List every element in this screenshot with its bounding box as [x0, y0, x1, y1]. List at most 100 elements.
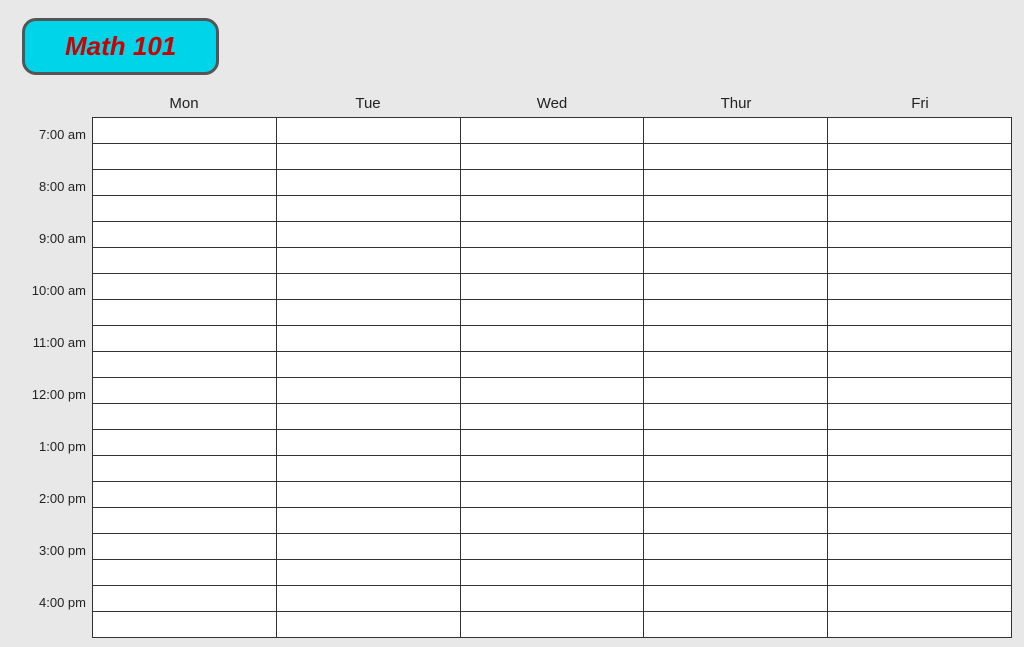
cell-fri-830[interactable]: [828, 196, 1012, 222]
cell-fri-800[interactable]: [828, 170, 1012, 196]
cell-fri-330[interactable]: [828, 560, 1012, 586]
cell-mon-430[interactable]: [93, 612, 277, 638]
table-row[interactable]: [93, 534, 1012, 560]
cell-tue-1230[interactable]: [277, 404, 461, 430]
table-row[interactable]: [93, 456, 1012, 482]
cell-mon-1100[interactable]: [93, 326, 277, 352]
cell-tue-330[interactable]: [277, 560, 461, 586]
cell-mon-700[interactable]: [93, 118, 277, 144]
cell-tue-400[interactable]: [277, 586, 461, 612]
cell-mon-930[interactable]: [93, 248, 277, 274]
table-row[interactable]: [93, 482, 1012, 508]
cell-thur-100[interactable]: [644, 430, 828, 456]
cell-tue-430[interactable]: [277, 612, 461, 638]
cell-mon-1130[interactable]: [93, 352, 277, 378]
cell-fri-900[interactable]: [828, 222, 1012, 248]
cell-wed-1130[interactable]: [461, 352, 645, 378]
table-row[interactable]: [93, 196, 1012, 222]
cell-thur-130[interactable]: [644, 456, 828, 482]
table-row[interactable]: [93, 222, 1012, 248]
table-row[interactable]: [93, 378, 1012, 404]
cell-thur-230[interactable]: [644, 508, 828, 534]
cell-fri-430[interactable]: [828, 612, 1012, 638]
cell-wed-1000[interactable]: [461, 274, 645, 300]
cell-mon-800[interactable]: [93, 170, 277, 196]
cell-thur-1230[interactable]: [644, 404, 828, 430]
cell-wed-730[interactable]: [461, 144, 645, 170]
table-row[interactable]: [93, 248, 1012, 274]
cell-wed-230[interactable]: [461, 508, 645, 534]
cell-thur-930[interactable]: [644, 248, 828, 274]
cell-wed-130[interactable]: [461, 456, 645, 482]
table-row[interactable]: [93, 508, 1012, 534]
cell-mon-200[interactable]: [93, 482, 277, 508]
cell-thur-1130[interactable]: [644, 352, 828, 378]
cell-tue-830[interactable]: [277, 196, 461, 222]
cell-thur-830[interactable]: [644, 196, 828, 222]
cell-wed-1200[interactable]: [461, 378, 645, 404]
cell-fri-1000[interactable]: [828, 274, 1012, 300]
cell-fri-400[interactable]: [828, 586, 1012, 612]
table-row[interactable]: [93, 560, 1012, 586]
cell-tue-1200[interactable]: [277, 378, 461, 404]
table-row[interactable]: [93, 326, 1012, 352]
cell-thur-1100[interactable]: [644, 326, 828, 352]
cell-tue-1100[interactable]: [277, 326, 461, 352]
cell-tue-930[interactable]: [277, 248, 461, 274]
cell-tue-1030[interactable]: [277, 300, 461, 326]
cell-wed-700[interactable]: [461, 118, 645, 144]
cell-tue-900[interactable]: [277, 222, 461, 248]
cell-wed-300[interactable]: [461, 534, 645, 560]
table-row[interactable]: [93, 300, 1012, 326]
cell-wed-930[interactable]: [461, 248, 645, 274]
cell-wed-1030[interactable]: [461, 300, 645, 326]
cell-fri-130[interactable]: [828, 456, 1012, 482]
cell-mon-1200[interactable]: [93, 378, 277, 404]
cell-wed-1230[interactable]: [461, 404, 645, 430]
cell-thur-730[interactable]: [644, 144, 828, 170]
cell-fri-730[interactable]: [828, 144, 1012, 170]
table-row[interactable]: [93, 144, 1012, 170]
table-row[interactable]: [93, 352, 1012, 378]
cell-fri-700[interactable]: [828, 118, 1012, 144]
cell-tue-300[interactable]: [277, 534, 461, 560]
table-row[interactable]: [93, 612, 1012, 638]
cell-fri-1100[interactable]: [828, 326, 1012, 352]
cell-mon-730[interactable]: [93, 144, 277, 170]
cell-thur-1200[interactable]: [644, 378, 828, 404]
cell-mon-400[interactable]: [93, 586, 277, 612]
cell-mon-100[interactable]: [93, 430, 277, 456]
table-row[interactable]: [93, 430, 1012, 456]
cell-thur-900[interactable]: [644, 222, 828, 248]
cell-tue-1130[interactable]: [277, 352, 461, 378]
cell-wed-830[interactable]: [461, 196, 645, 222]
table-row[interactable]: [93, 274, 1012, 300]
cell-mon-130[interactable]: [93, 456, 277, 482]
cell-tue-100[interactable]: [277, 430, 461, 456]
cell-wed-1100[interactable]: [461, 326, 645, 352]
cell-wed-800[interactable]: [461, 170, 645, 196]
cell-fri-1230[interactable]: [828, 404, 1012, 430]
cell-fri-1030[interactable]: [828, 300, 1012, 326]
cell-fri-1200[interactable]: [828, 378, 1012, 404]
table-row[interactable]: [93, 170, 1012, 196]
cell-thur-430[interactable]: [644, 612, 828, 638]
cell-wed-100[interactable]: [461, 430, 645, 456]
cell-tue-130[interactable]: [277, 456, 461, 482]
cell-wed-400[interactable]: [461, 586, 645, 612]
cell-tue-730[interactable]: [277, 144, 461, 170]
cell-thur-200[interactable]: [644, 482, 828, 508]
cell-thur-300[interactable]: [644, 534, 828, 560]
cell-fri-100[interactable]: [828, 430, 1012, 456]
cell-mon-330[interactable]: [93, 560, 277, 586]
cell-mon-1030[interactable]: [93, 300, 277, 326]
cell-fri-1130[interactable]: [828, 352, 1012, 378]
cell-mon-900[interactable]: [93, 222, 277, 248]
cell-thur-1030[interactable]: [644, 300, 828, 326]
cell-thur-330[interactable]: [644, 560, 828, 586]
cell-fri-200[interactable]: [828, 482, 1012, 508]
table-row[interactable]: [93, 118, 1012, 144]
cell-tue-700[interactable]: [277, 118, 461, 144]
cell-wed-900[interactable]: [461, 222, 645, 248]
cell-fri-930[interactable]: [828, 248, 1012, 274]
